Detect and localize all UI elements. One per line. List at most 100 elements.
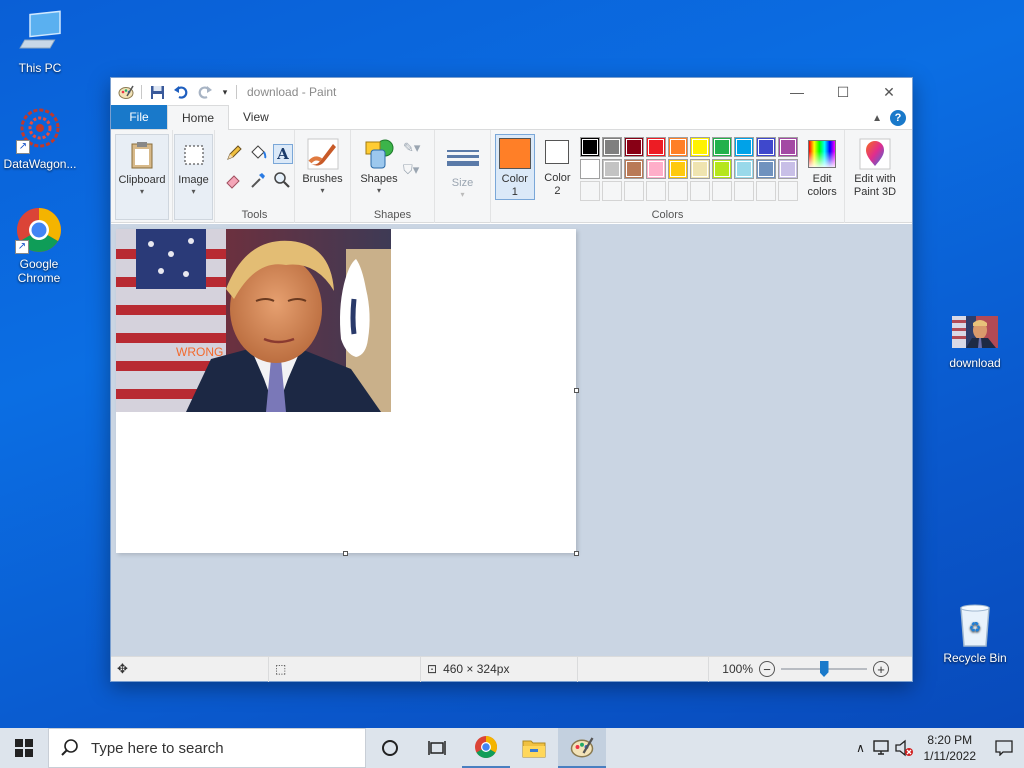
edit-with-paint3d-button[interactable]: Edit with Paint 3D [849,134,901,199]
clock[interactable]: 8:20 PM 1/11/2022 [916,732,985,764]
colors-group: Color 1 Color 2 Edit colors Colors [491,130,845,223]
resize-handle-corner[interactable] [574,551,579,556]
clipboard-button[interactable]: Clipboard ▾ [115,134,169,220]
shapes-button[interactable]: Shapes ▾ [355,134,403,196]
custom-color-slot [646,181,667,201]
shapes-group-label: Shapes [373,209,412,221]
action-center-button[interactable] [984,728,1024,768]
color-swatch[interactable] [690,159,711,179]
text-icon[interactable]: A [273,144,293,164]
desktop-icon-google-chrome[interactable]: ↗ Google Chrome [0,206,79,285]
redo-icon[interactable] [196,83,214,101]
start-button[interactable] [0,728,48,768]
color-swatch[interactable] [624,137,645,157]
custom-color-slot [712,181,733,201]
color-swatch[interactable] [624,159,645,179]
taskbar: Type here to search ∧ 8:20 PM 1/11/2022 [0,728,1024,768]
tab-view[interactable]: View [229,105,283,129]
color-swatch[interactable] [602,159,623,179]
taskbar-paint[interactable] [558,728,606,768]
color-swatch[interactable] [668,159,689,179]
paint3d-icon [859,138,891,170]
zoom-out-button[interactable]: − [759,661,775,677]
color-swatch[interactable] [602,137,623,157]
save-icon[interactable] [148,83,166,101]
color-swatch[interactable] [778,137,799,157]
fill-shape-icon[interactable]: ⛉▾ [403,162,420,178]
custom-color-slot [668,181,689,201]
collapse-ribbon-icon[interactable]: ▲ [872,113,882,124]
custom-color-slot [624,181,645,201]
image-button[interactable]: Image ▾ [174,134,213,220]
selection-size: ⬚ [269,656,421,682]
search-box[interactable]: Type here to search [48,728,366,768]
help-icon[interactable]: ? [890,110,906,126]
close-button[interactable]: ✕ [866,78,912,106]
color-swatch[interactable] [646,159,667,179]
taskbar-chrome[interactable] [462,728,510,768]
color1-button[interactable]: Color 1 [495,134,535,200]
taskbar-file-explorer[interactable] [510,728,558,768]
minimize-button[interactable]: — [774,78,820,106]
search-placeholder: Type here to search [91,739,224,757]
size-group: Size ▾ [435,130,491,223]
paint-app-icon[interactable] [117,83,135,101]
network-icon[interactable] [872,739,894,757]
desktop-icon-this-pc[interactable]: This PC [0,10,80,75]
color-swatch[interactable] [580,137,601,157]
color-swatch[interactable] [734,137,755,157]
resize-handle-bottom[interactable] [343,551,348,556]
maximize-button[interactable]: ☐ [820,78,866,106]
desktop-icon-download[interactable]: download [935,316,1015,370]
color-swatch[interactable] [756,159,777,179]
zoom-slider[interactable] [781,661,867,677]
chevron-down-icon: ▾ [460,190,465,199]
brushes-button[interactable]: Brushes ▾ [299,134,346,196]
outline-icon[interactable]: ✎▾ [403,140,420,156]
paint-app-icon [570,737,594,758]
undo-icon[interactable] [172,83,190,101]
color2-button[interactable]: Color 2 [539,134,577,200]
image-group: Image ▾ [173,130,215,223]
spacer [578,656,709,682]
color-swatch[interactable] [778,159,799,179]
color-swatch[interactable] [712,137,733,157]
color-palette [580,137,799,201]
color-swatch[interactable] [734,159,755,179]
color-swatch[interactable] [756,137,777,157]
resize-handle-right[interactable] [574,388,579,393]
color-swatch[interactable] [712,159,733,179]
image-thumbnail-icon [952,316,998,348]
desktop-icon-recycle-bin[interactable]: ♻ Recycle Bin [935,600,1015,665]
fill-icon[interactable] [249,144,271,165]
eraser-icon[interactable] [225,171,247,192]
pencil-icon[interactable] [225,144,247,165]
show-hidden-icons-chevron-icon[interactable]: ∧ [850,741,872,755]
paint-window: ▾ download - Paint — ☐ ✕ File Home View … [110,77,913,682]
zoom-slider-thumb[interactable] [819,661,829,677]
magnifier-icon[interactable] [273,171,295,192]
zoom-in-button[interactable]: + [873,661,889,677]
color-swatch[interactable] [580,159,601,179]
size-button[interactable]: Size ▾ [439,134,486,200]
task-view-button[interactable] [414,728,462,768]
cursor-position: ✥ [111,656,269,682]
color-swatch[interactable] [668,137,689,157]
customize-qat-icon[interactable]: ▾ [220,83,230,101]
tab-file[interactable]: File [111,105,167,129]
paint3d-line1: Edit with [854,173,896,185]
wrong-text: WRONG [176,345,223,359]
image-size: ⊡ 460 × 324px [421,656,578,682]
shapes-icon [363,138,395,170]
color-swatch[interactable] [690,137,711,157]
tab-home[interactable]: Home [167,105,230,130]
drawing-canvas[interactable]: WRONG [116,229,579,556]
desktop-icon-datawagon[interactable]: ↗ DataWagon... [0,106,80,171]
folder-icon [522,740,546,758]
volume-muted-icon[interactable] [894,739,916,757]
cortana-button[interactable] [366,728,414,768]
color-picker-icon[interactable] [249,171,271,192]
color-swatch[interactable] [646,137,667,157]
quick-access-toolbar: ▾ download - Paint [111,78,336,106]
size-icon [446,142,479,174]
